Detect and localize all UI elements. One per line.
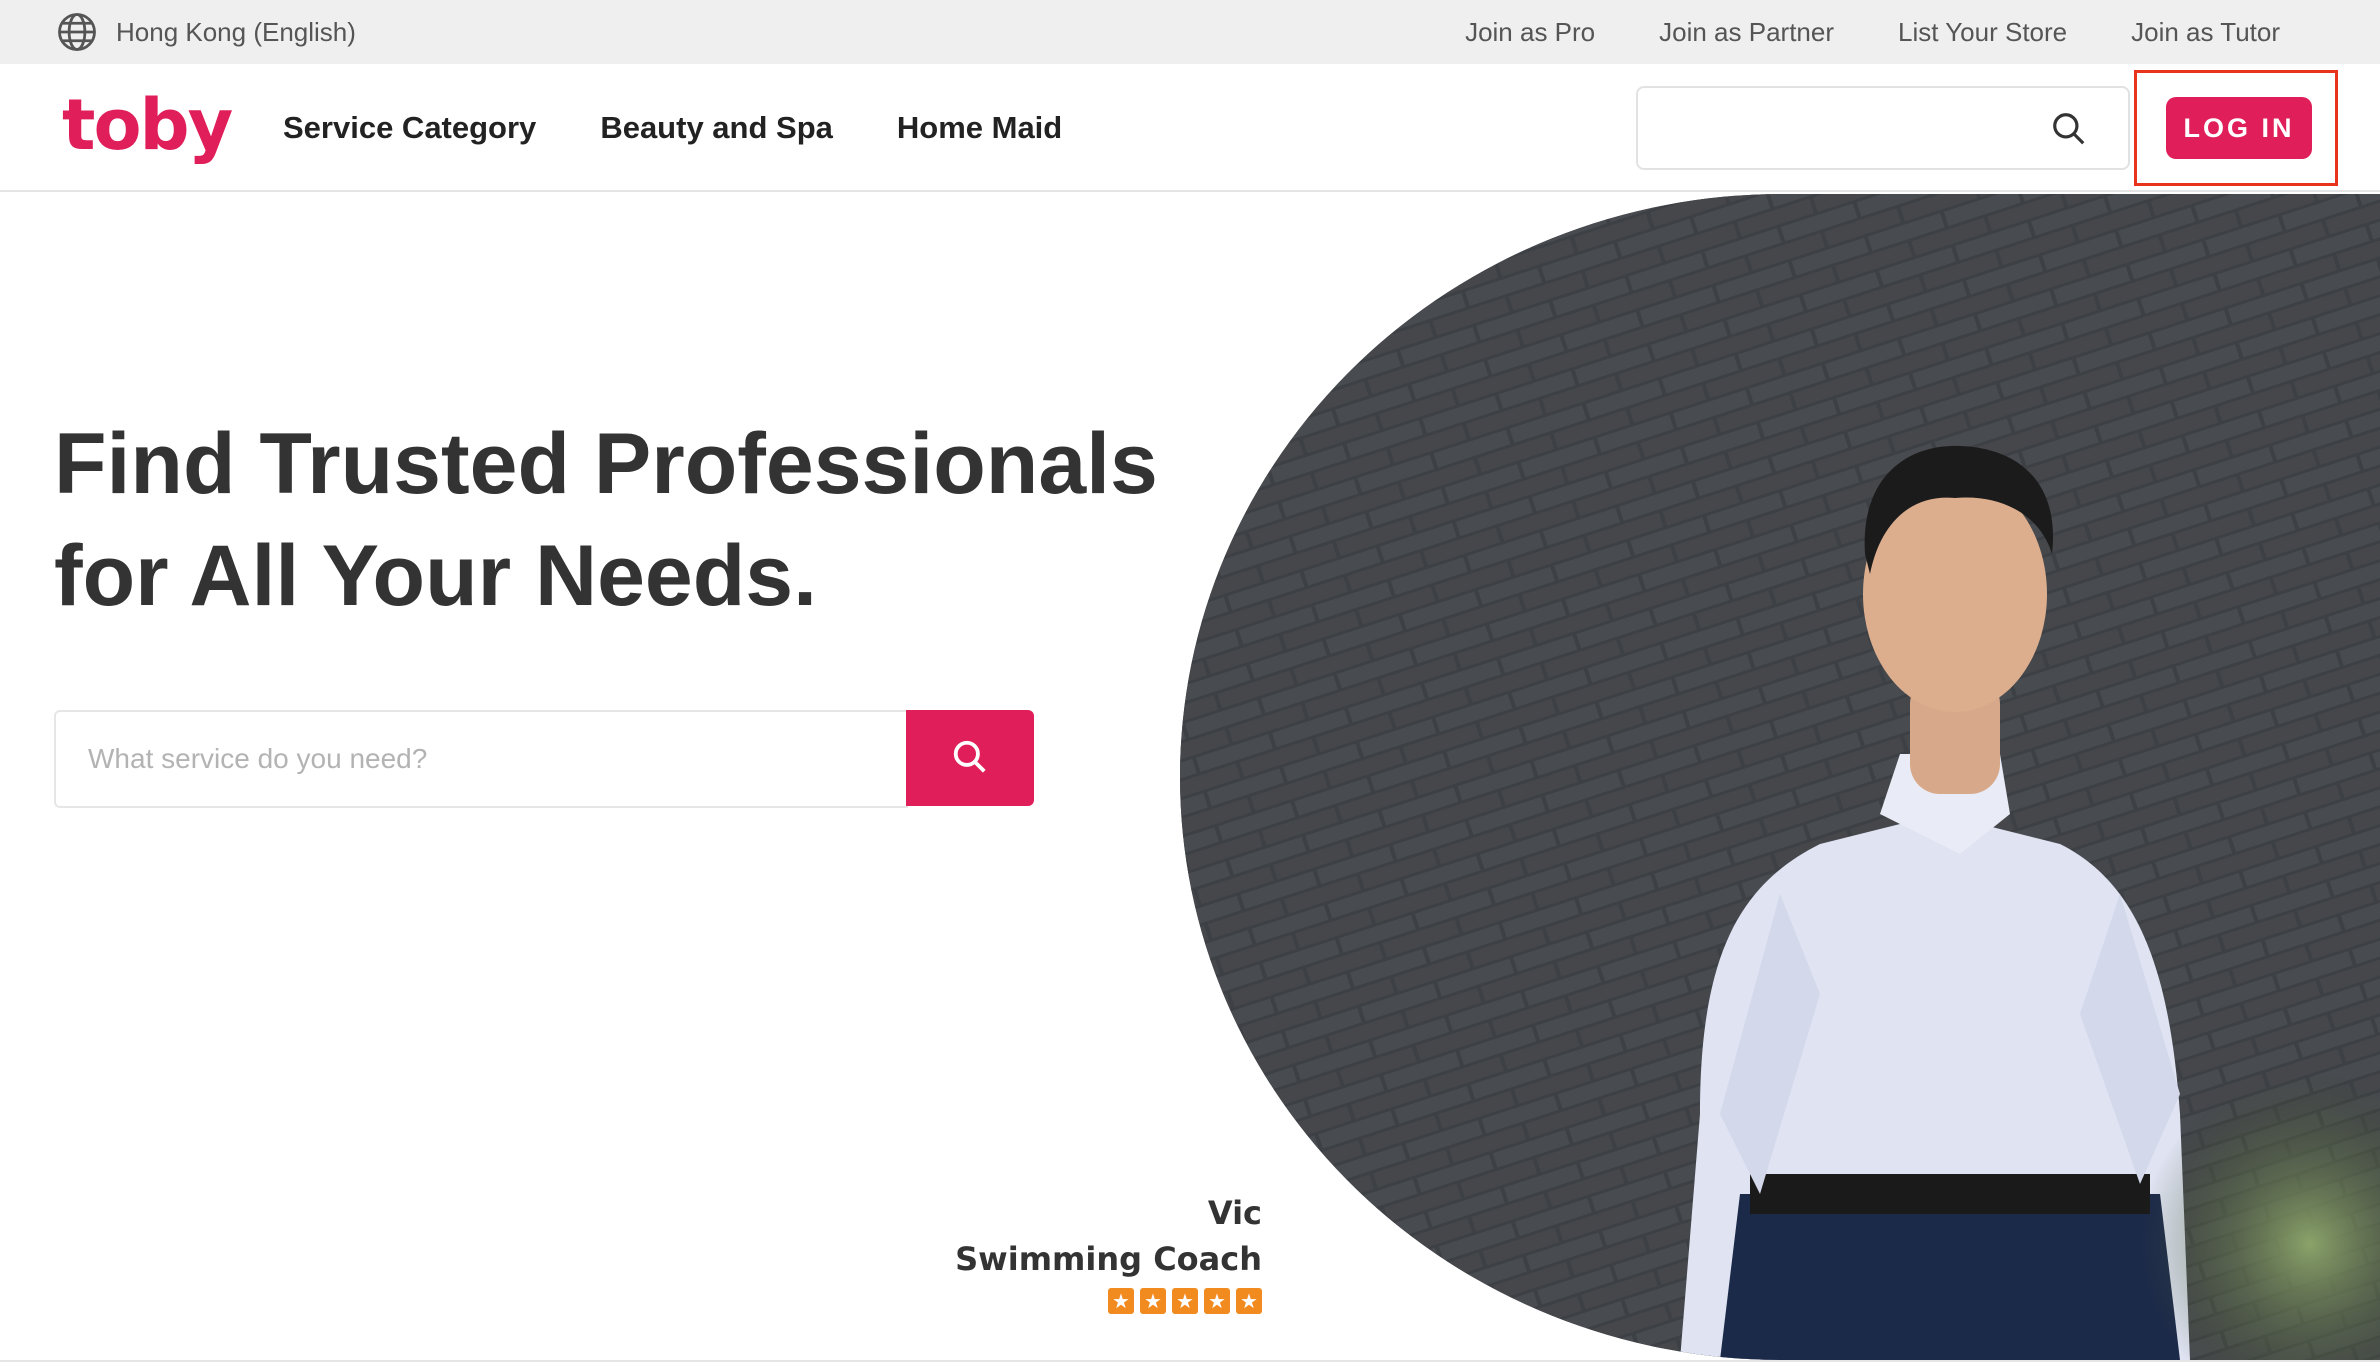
join-as-tutor-link[interactable]: Join as Tutor [2131, 17, 2280, 48]
service-search-input[interactable] [54, 710, 908, 808]
main-navbar: toby Service Category Beauty and Spa Hom… [0, 64, 2380, 192]
star-icon: ★ [1108, 1288, 1134, 1314]
hero-title: Find Trusted Professionals for All Your … [54, 408, 1204, 632]
star-icon: ★ [1140, 1288, 1166, 1314]
nav-home-maid[interactable]: Home Maid [897, 110, 1062, 146]
nav-service-category[interactable]: Service Category [283, 110, 536, 146]
page-divider [0, 1360, 2380, 1362]
hero-photo-illustration [1180, 194, 2380, 1360]
star-icon: ★ [1204, 1288, 1230, 1314]
join-as-pro-link[interactable]: Join as Pro [1465, 17, 1595, 48]
nav-search-input[interactable] [1654, 100, 2034, 156]
pro-name: Vic [1207, 1194, 1262, 1232]
locale-label: Hong Kong (English) [116, 16, 356, 47]
search-icon[interactable] [2050, 110, 2088, 148]
hero-search [54, 710, 1034, 808]
nav-links: Service Category Beauty and Spa Home Mai… [283, 64, 1062, 192]
star-icon: ★ [1236, 1288, 1262, 1314]
pro-rating: ★ ★ ★ ★ ★ [955, 1288, 1262, 1314]
pro-role: Swimming Coach [955, 1240, 1262, 1278]
hero-title-line-2: for All Your Needs. [54, 528, 817, 624]
list-your-store-link[interactable]: List Your Store [1898, 17, 2067, 48]
service-search-button[interactable] [906, 710, 1034, 806]
toby-logo[interactable]: toby [62, 90, 233, 160]
featured-pro-caption: Vic Swimming Coach ★ ★ ★ ★ ★ [955, 1190, 1262, 1314]
nav-search-box [1636, 86, 2130, 170]
star-icon: ★ [1172, 1288, 1198, 1314]
top-utility-bar: Hong Kong (English) Join as Pro Join as … [0, 0, 2380, 64]
join-as-partner-link[interactable]: Join as Partner [1659, 17, 1834, 48]
top-links: Join as Pro Join as Partner List Your St… [1465, 0, 2280, 64]
globe-icon [58, 13, 96, 51]
hero-title-line-1: Find Trusted Professionals [54, 416, 1158, 512]
nav-beauty-and-spa[interactable]: Beauty and Spa [600, 110, 833, 146]
hero-photo [1180, 194, 2380, 1360]
login-button[interactable]: LOG IN [2166, 97, 2312, 159]
search-icon [953, 740, 986, 773]
locale-selector[interactable]: Hong Kong (English) [56, 12, 356, 52]
